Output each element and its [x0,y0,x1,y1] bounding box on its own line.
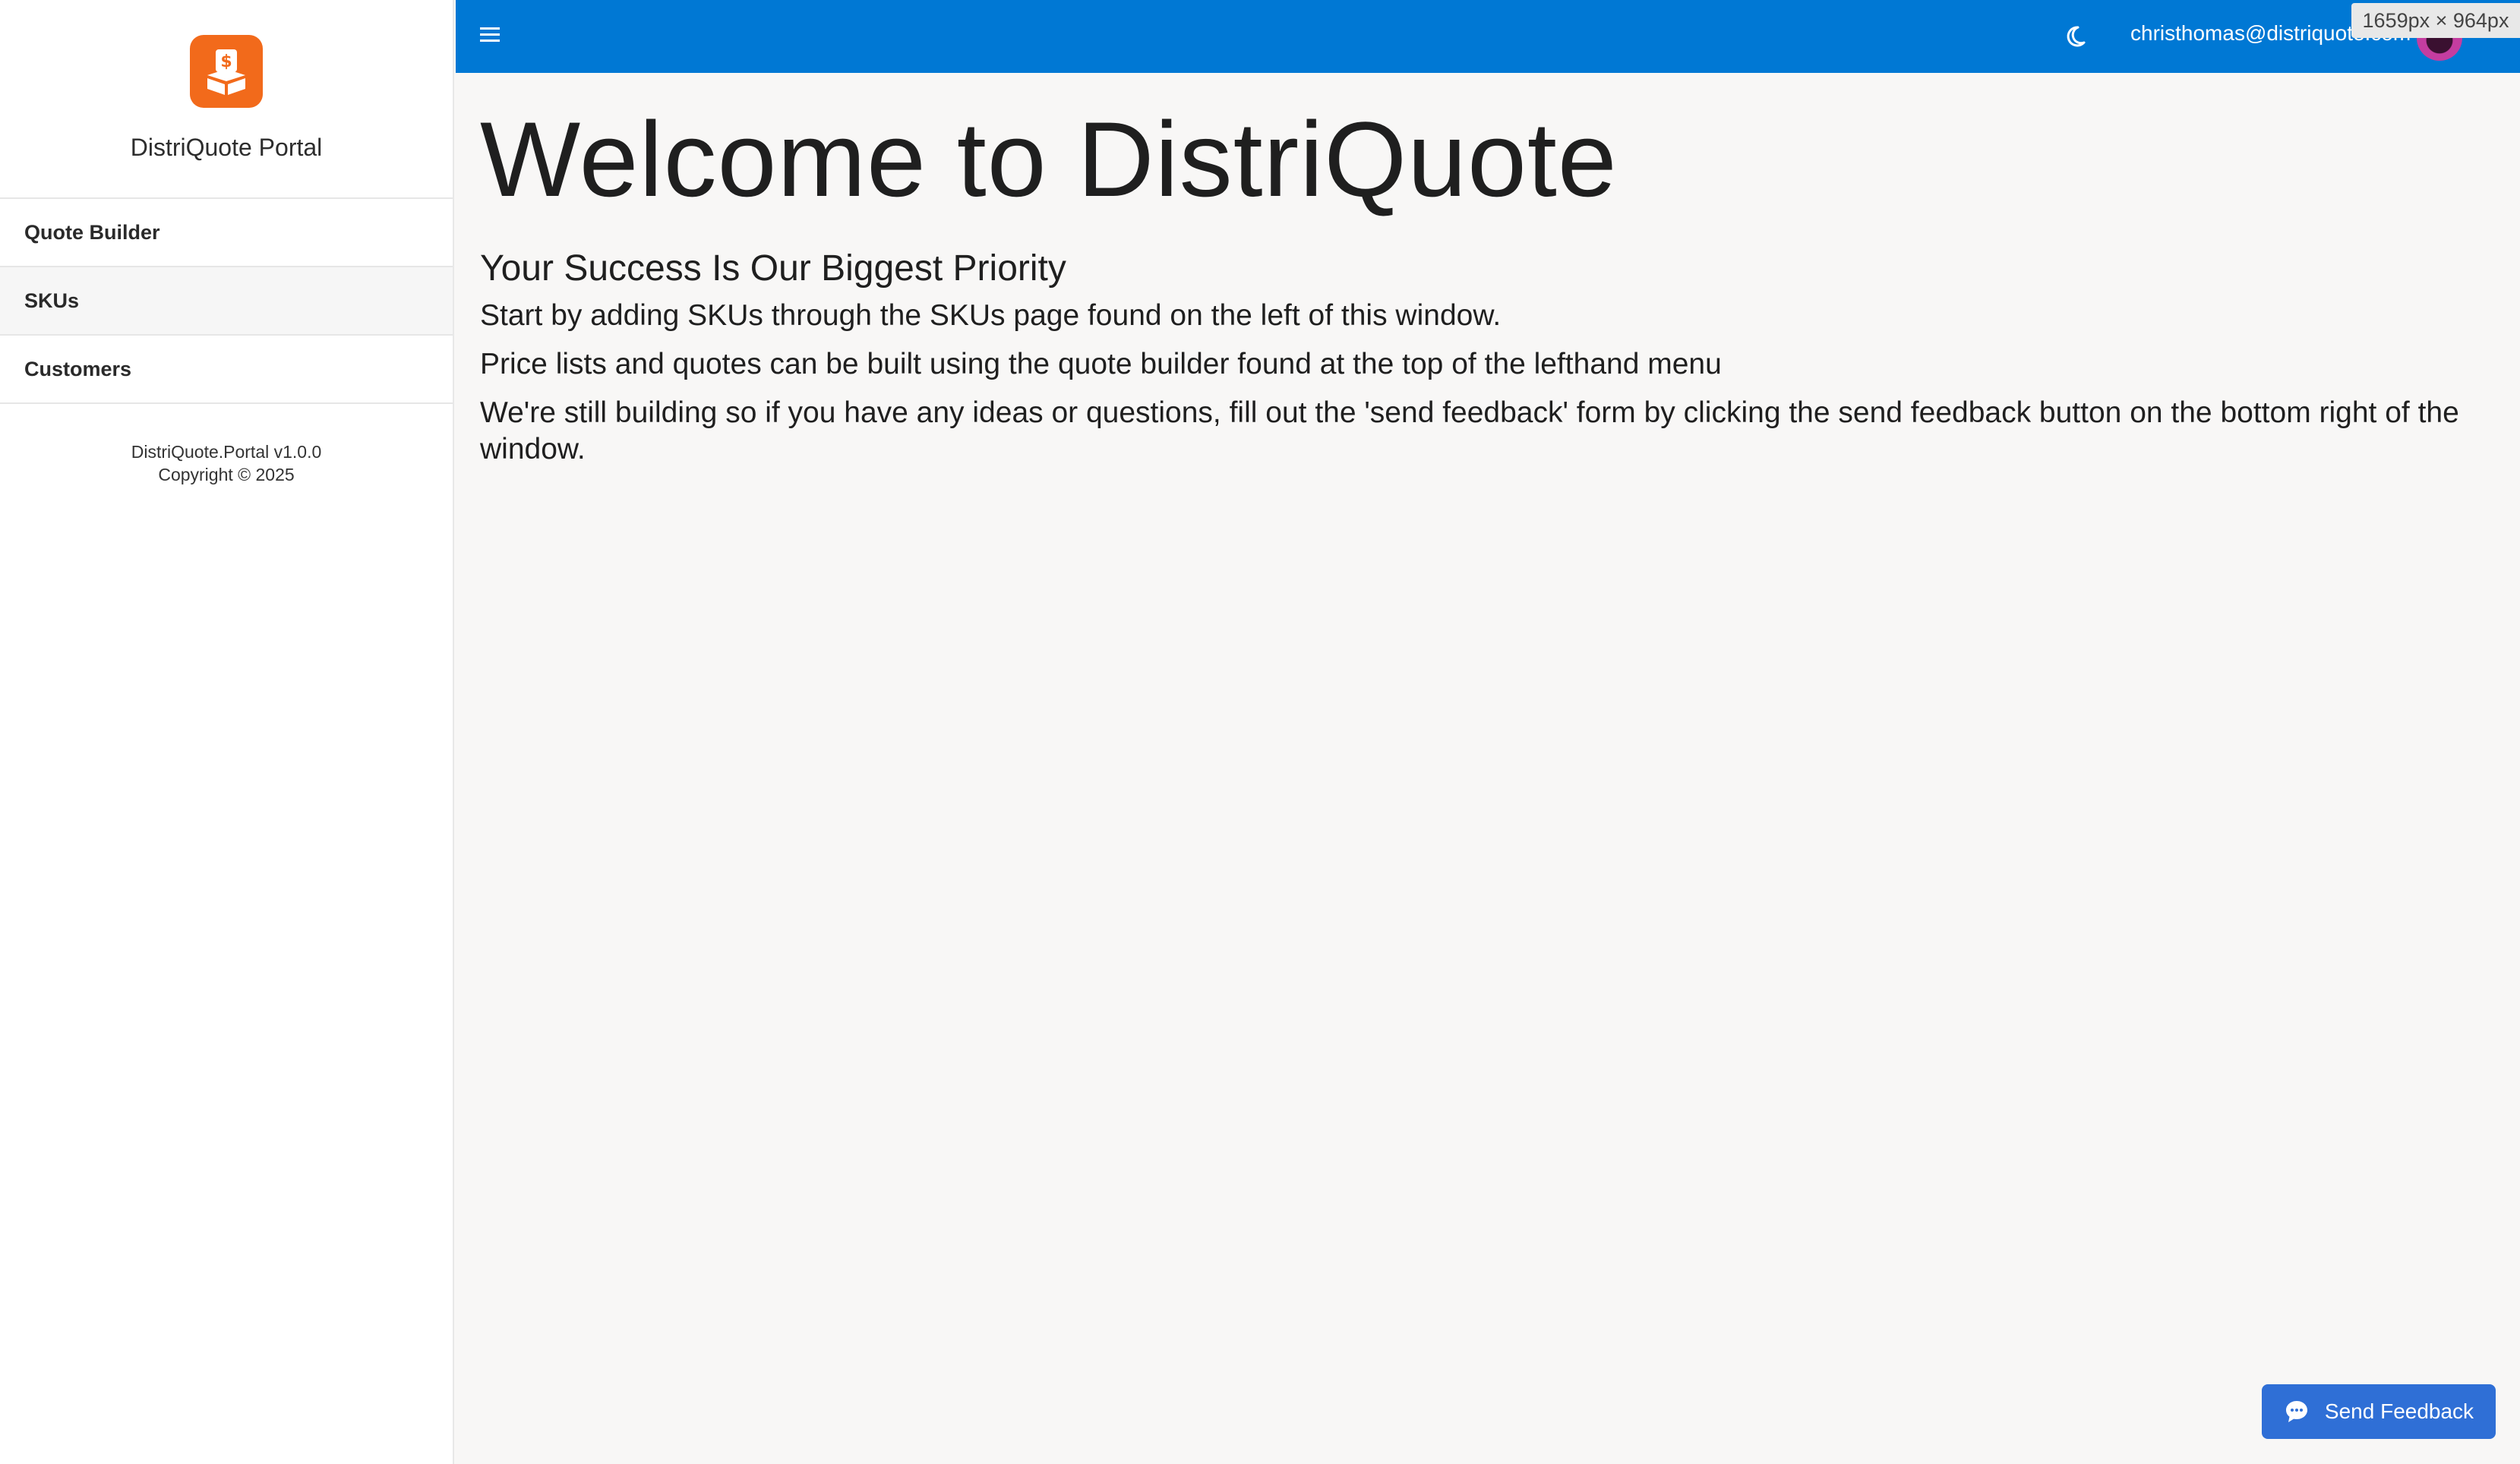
logo-icon[interactable]: $ [190,35,263,108]
svg-text:$: $ [220,52,232,71]
intro-paragraph-quotes: Price lists and quotes can be built usin… [480,348,1722,380]
sidebar-item-skus[interactable]: SKUs [0,267,453,336]
send-feedback-button[interactable]: Send Feedback [2262,1384,2496,1439]
main-content: Welcome to DistriQuote Your Success Is O… [480,99,2493,468]
page-subtitle: Your Success Is Our Biggest Priority [480,248,1066,289]
page-title: Welcome to DistriQuote [480,99,1618,219]
intro-paragraph-feedback: We're still building so if you have any … [480,396,2459,465]
intro-paragraph-skus: Start by adding SKUs through the SKUs pa… [480,299,1502,332]
hamburger-icon[interactable] [480,27,500,44]
brand: $ DistriQuote Portal [0,0,453,199]
copyright-text: Copyright © 2025 [158,465,295,484]
brand-name: DistriQuote Portal [130,134,323,161]
viewport-size-badge: 1659px × 964px [2351,3,2520,38]
chat-icon [2284,1399,2310,1425]
version-text: DistriQuote.Portal v1.0.0 [131,442,322,462]
moon-icon[interactable] [2061,23,2089,50]
sidebar-item-customers[interactable]: Customers [0,336,453,404]
version-info: DistriQuote.Portal v1.0.0 Copyright © 20… [0,440,453,486]
sidebar: $ DistriQuote Portal Quote Builder SKUs … [0,0,454,1464]
top-bar: christhomas@distriquote.com [456,0,2520,73]
sidebar-item-quote-builder[interactable]: Quote Builder [0,199,453,267]
send-feedback-label: Send Feedback [2324,1399,2474,1423]
